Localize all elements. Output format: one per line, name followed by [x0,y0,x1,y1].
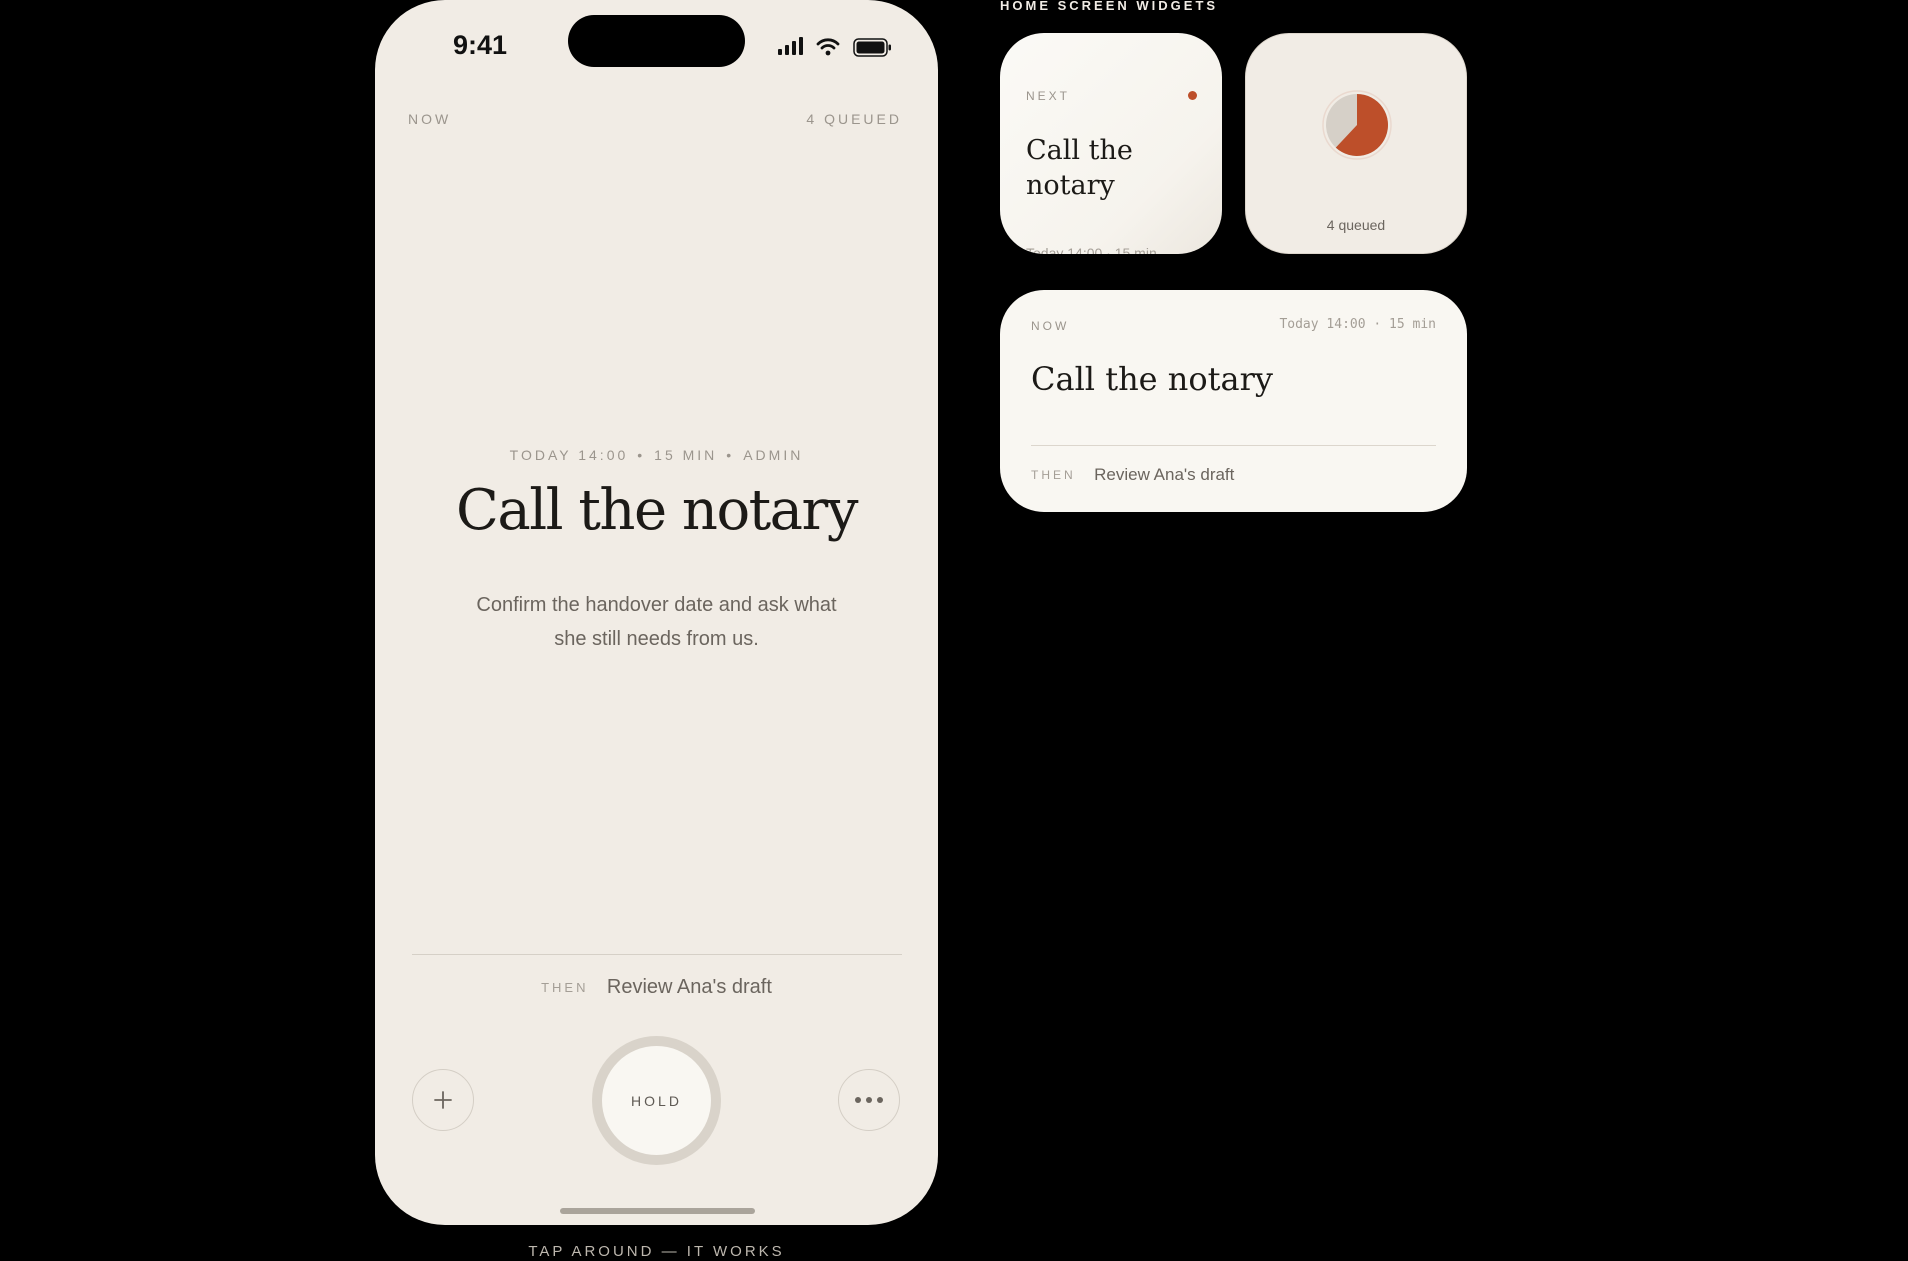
task-meta-time: TODAY 14:00 [509,447,629,463]
more-dots-icon [855,1097,883,1103]
queued-count-link[interactable]: 4 QUEUED [806,111,902,127]
widget-then-row: THEN Review Ana's draft [1031,465,1234,485]
signal-icon [778,37,803,55]
task-meta: TODAY 14:00 • 15 MIN • ADMIN [375,447,938,463]
now-label: NOW [408,111,452,127]
accent-dot [1188,91,1197,100]
hold-button-label: HOLD [602,1046,711,1155]
widget-now-meta: Today 14:00 · 15 min [1279,317,1436,332]
widget-next-title: Call the notary [1026,135,1133,201]
next-task-title: Review Ana's draft [606,976,772,998]
next-task-widget[interactable]: NEXT Call the notary Today 14:00 · 15 mi… [1000,33,1222,254]
widget-then-label: THEN [1031,468,1076,482]
meta-separator: • [726,447,735,463]
divider [1031,445,1436,446]
divider [412,954,902,955]
add-task-button[interactable] [412,1069,474,1131]
footer-caption: TAP AROUND — IT WORKS [528,1243,785,1260]
next-task-row[interactable]: THEN Review Ana's draft [375,976,938,999]
queue-widget[interactable]: 4 queued [1245,33,1467,254]
widget-now-title: Call the notary [1031,360,1273,398]
task-meta-duration: 15 MIN [654,447,718,463]
queue-progress-pie [1322,90,1392,160]
status-time: 9:41 [453,30,508,60]
dynamic-island [568,15,745,67]
task-title: Call the notary [456,478,858,543]
widget-next-label: NEXT [1026,89,1071,103]
hold-button[interactable]: HOLD [592,1036,721,1165]
widget-next-meta: Today 14:00 · 15 min [1026,245,1157,254]
phone-screen: 9:41 NOW 4 QUEUED TODAY 14:00 • 15 MIN • ADM… [375,0,938,1225]
more-options-button[interactable] [838,1069,900,1131]
then-label: THEN [541,980,589,995]
task-meta-category: ADMIN [743,447,804,463]
widget-queue-count: 4 queued [1326,217,1386,233]
plus-icon [434,1091,452,1109]
now-task-widget[interactable]: NOW Today 14:00 · 15 min Call the notary… [1000,290,1467,512]
status-icons [778,36,898,58]
widget-now-label: NOW [1031,319,1070,333]
wifi-icon [816,38,840,56]
meta-separator: • [637,447,646,463]
battery-icon [853,38,891,57]
home-indicator[interactable] [560,1208,755,1214]
widget-then-task: Review Ana's draft [1094,465,1235,484]
task-description: Confirm the handover date and ask what s… [476,594,837,650]
widgets-heading: HOME SCREEN WIDGETS [1000,0,1219,13]
